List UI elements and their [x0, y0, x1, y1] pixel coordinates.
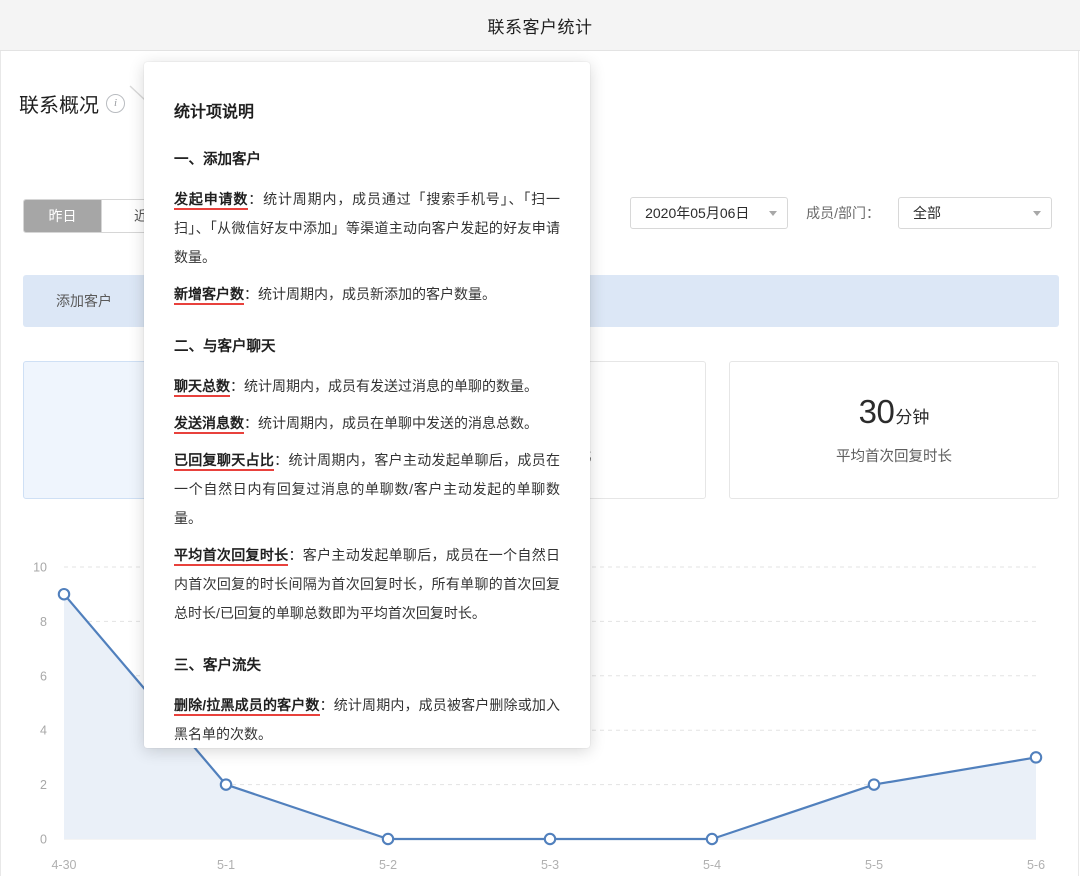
popup-term: 删除/拉黑成员的客户数 [174, 697, 320, 716]
popup-title: 统计项说明 [174, 98, 560, 122]
filter-controls: 2020年05月06日 成员/部门： 全部 [630, 197, 1052, 229]
popup-term: 新增客户数 [174, 286, 244, 305]
popup-section-heading: 二、与客户聊天 [174, 335, 560, 356]
y-axis-tick: 6 [40, 669, 47, 683]
x-axis-tick: 5-3 [541, 858, 559, 872]
data-point[interactable] [383, 834, 393, 844]
stat-explanation-popup: 统计项说明 一、添加客户发起申请数：统计周期内，成员通过「搜索手机号」、「扫一扫… [144, 62, 590, 748]
y-axis-tick: 0 [40, 833, 47, 847]
stat-card-number: 30 [859, 393, 895, 430]
data-point[interactable] [545, 834, 555, 844]
x-axis-tick: 5-4 [703, 858, 721, 872]
y-axis-tick: 4 [40, 724, 47, 738]
info-circle-icon[interactable]: i [106, 94, 125, 113]
nav-item-add-customer[interactable]: 添加客户 [56, 275, 112, 327]
member-filter-label: 成员/部门： [806, 203, 880, 223]
data-point[interactable] [59, 589, 69, 599]
tab-yesterday[interactable]: 昨日 [24, 200, 102, 232]
popup-term-separator: ： [244, 415, 258, 431]
y-axis-tick: 10 [33, 561, 47, 575]
popup-term-desc: 统计周期内，成员在单聊中发送的消息总数。 [258, 415, 538, 431]
window-title: 联系客户统计 [488, 13, 593, 38]
popup-term-separator: ： [230, 378, 244, 394]
popup-term-separator: ： [288, 547, 302, 563]
popup-term-entry: 发送消息数：统计周期内，成员在单聊中发送的消息总数。 [174, 409, 560, 438]
popup-term-entry: 新增客户数：统计周期内，成员新添加的客户数量。 [174, 280, 560, 309]
popup-term-entry: 已回复聊天占比：统计周期内，客户主动发起单聊后，成员在一个自然日内有回复过消息的… [174, 446, 560, 533]
chevron-down-icon [1033, 211, 1041, 216]
popup-term: 发送消息数 [174, 415, 244, 434]
x-axis-tick: 4-30 [51, 858, 76, 872]
data-point[interactable] [221, 779, 231, 789]
popup-term-entry: 平均首次回复时长：客户主动发起单聊后，成员在一个自然日内首次回复的时长间隔为首次… [174, 541, 560, 628]
popup-term: 已回复聊天占比 [174, 452, 274, 471]
member-select-value: 全部 [913, 203, 941, 223]
data-point[interactable] [869, 779, 879, 789]
data-point[interactable] [707, 834, 717, 844]
x-axis-tick: 5-6 [1027, 858, 1045, 872]
date-picker[interactable]: 2020年05月06日 [630, 197, 788, 229]
popup-term-entry: 聊天总数：统计周期内，成员有发送过消息的单聊的数量。 [174, 372, 560, 401]
popup-section-heading: 一、添加客户 [174, 148, 560, 169]
window-header: 联系客户统计 [0, 0, 1080, 51]
x-axis-tick: 5-2 [379, 858, 397, 872]
popup-term-entry: 发起申请数：统计周期内，成员通过「搜索手机号」、「扫一扫」、「从微信好友中添加」… [174, 185, 560, 272]
member-select[interactable]: 全部 [898, 197, 1052, 229]
popup-term-entry: 删除/拉黑成员的客户数：统计周期内，成员被客户删除或加入黑名单的次数。 [174, 691, 560, 748]
popup-term: 平均首次回复时长 [174, 547, 288, 566]
popup-term-desc: 统计周期内，成员新添加的客户数量。 [258, 286, 496, 302]
y-axis-tick: 2 [40, 778, 47, 792]
y-axis-tick: 8 [40, 615, 47, 629]
popup-term: 发起申请数 [174, 191, 248, 210]
date-picker-value: 2020年05月06日 [645, 203, 749, 223]
app-page: 联系客户统计 联系概况 i 昨日 近 2020年05月06日 成员/部门： 全部 [0, 0, 1080, 877]
x-axis-tick: 5-1 [217, 858, 235, 872]
popup-term: 聊天总数 [174, 378, 230, 397]
chevron-down-icon [769, 211, 777, 216]
popup-section-heading: 三、客户流失 [174, 654, 560, 675]
popup-term-separator: ： [274, 452, 288, 468]
page-title: 联系概况 [19, 89, 99, 118]
stat-card-avg-first-reply[interactable]: 30分钟 平均首次回复时长 [729, 361, 1059, 499]
popup-term-separator: ： [244, 286, 258, 302]
popup-term-separator: ： [320, 697, 334, 713]
section-title-row: 联系概况 i [19, 89, 125, 118]
stat-card-unit: 分钟 [895, 408, 929, 427]
popup-term-separator: ： [248, 191, 263, 207]
x-axis-tick: 5-5 [865, 858, 883, 872]
data-point[interactable] [1031, 752, 1041, 762]
popup-term-desc: 统计周期内，成员有发送过消息的单聊的数量。 [244, 378, 538, 394]
stat-card-value: 30分钟 [859, 395, 930, 428]
stat-card-label: 平均首次回复时长 [836, 445, 952, 466]
popup-body: 一、添加客户发起申请数：统计周期内，成员通过「搜索手机号」、「扫一扫」、「从微信… [174, 148, 560, 748]
